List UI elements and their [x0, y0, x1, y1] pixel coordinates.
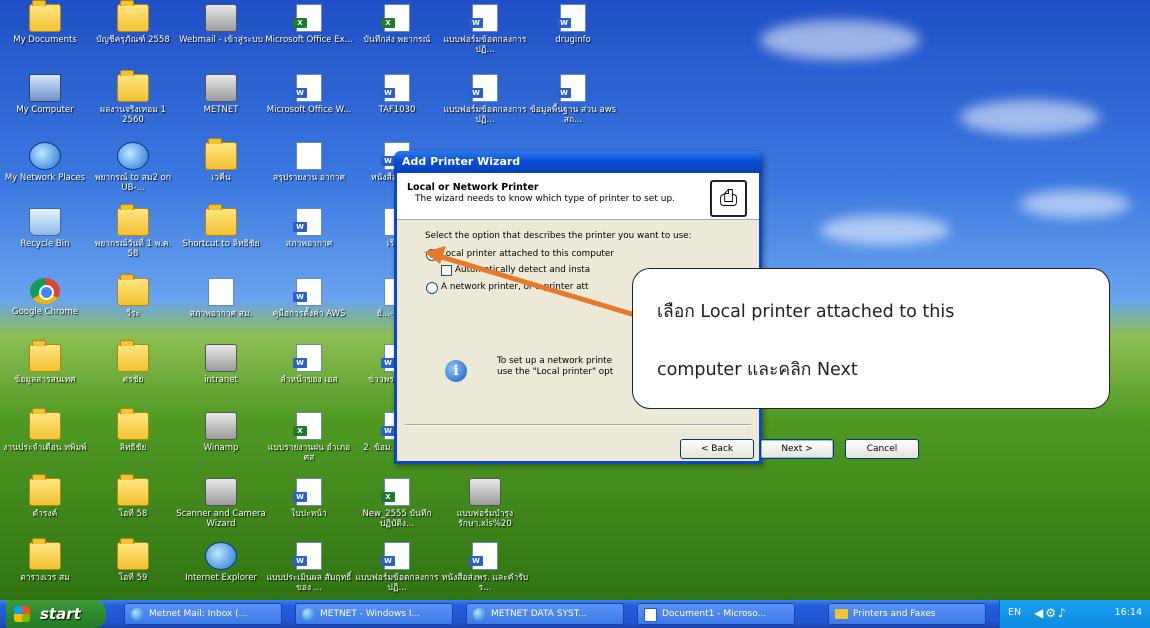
clock[interactable]: 16:14: [1115, 607, 1142, 618]
system-tray: EN ◀⚙♪ 16:14: [999, 600, 1150, 628]
browser-icon: [473, 608, 486, 621]
callout-text-line1: เลือก Local printer attached to this: [657, 302, 955, 322]
start-label: start: [40, 605, 81, 623]
desktop: My Documents บัญชีครุภัณฑ์ 2558 Webmail - …: [0, 0, 1150, 600]
start-button[interactable]: start: [6, 600, 106, 628]
word-icon: [644, 608, 657, 622]
back-arrow-icon[interactable]: ◀: [1034, 606, 1045, 620]
taskbar-button[interactable]: Document1 - Microso...: [637, 603, 795, 625]
taskbar-button[interactable]: METNET DATA SYST...: [466, 603, 624, 625]
network-icon[interactable]: ⚙: [1045, 606, 1058, 620]
taskbar-button[interactable]: METNET - Windows I...: [295, 603, 453, 625]
callout-arrow-head: [424, 246, 446, 264]
browser-icon: [131, 608, 144, 621]
taskbar-button-label: METNET - Windows I...: [320, 609, 421, 619]
taskbar-button-label: Document1 - Microso...: [662, 609, 767, 619]
volume-icon[interactable]: ♪: [1058, 606, 1068, 620]
taskbar-button[interactable]: Printers and Faxes: [828, 603, 986, 625]
taskbar: start Metnet Mail: Inbox (... METNET - Wi…: [0, 600, 1150, 628]
language-indicator[interactable]: EN: [1008, 607, 1021, 618]
taskbar-button-label: METNET DATA SYST...: [491, 609, 587, 619]
taskbar-button-label: Metnet Mail: Inbox (...: [149, 609, 248, 619]
tray-icons[interactable]: ◀⚙♪: [1034, 606, 1068, 620]
windows-logo-icon: [14, 606, 30, 622]
instruction-callout: เลือก Local printer attached to this com…: [632, 268, 1110, 409]
taskbar-button[interactable]: Metnet Mail: Inbox (...: [124, 603, 282, 625]
folder-icon: [835, 609, 848, 619]
browser-icon: [302, 608, 315, 621]
taskbar-button-label: Printers and Faxes: [853, 609, 936, 619]
callout-arrow-line: [437, 253, 636, 318]
callout-text-line2: computer และคลิก Next: [657, 360, 858, 380]
